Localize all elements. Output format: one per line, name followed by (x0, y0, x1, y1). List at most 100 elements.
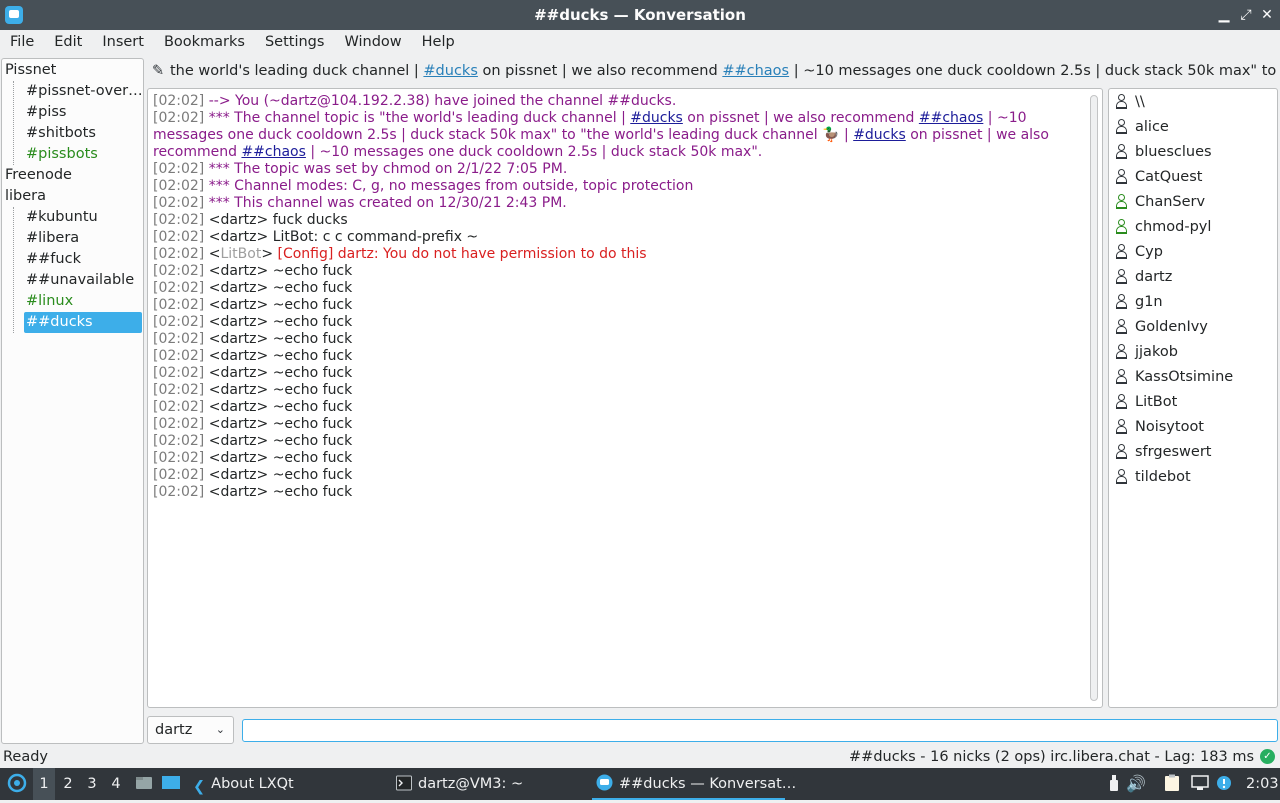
update-notifier-icon[interactable] (1214, 768, 1234, 800)
tree-channel-linux[interactable]: #linux (24, 291, 142, 312)
start-menu-icon[interactable] (4, 768, 30, 800)
task-konversation[interactable]: ##ducks — Konversat… (592, 768, 796, 803)
chat-line: [02:02] --> You (~dartz@104.192.2.38) ha… (153, 93, 1078, 110)
clipboard-icon[interactable] (1162, 768, 1182, 800)
show-desktop-icon[interactable] (161, 768, 183, 800)
task-about-lxqt[interactable]: ❮ About LXQt (193, 768, 294, 800)
tree-channel-piss[interactable]: #piss (24, 102, 142, 123)
nick-label: LitBot (1135, 394, 1178, 410)
timestamp: [02:02] (153, 212, 205, 228)
tree-channel-pissnet-overview[interactable]: #pissnet-over… (24, 81, 142, 102)
lag-ok-icon: ✓ (1260, 749, 1275, 764)
chat-link-chaos[interactable]: ##chaos (241, 144, 305, 160)
bot-nick[interactable]: LitBot (220, 246, 261, 262)
clock[interactable]: 2:03 (1246, 768, 1279, 800)
tree-server-freenode[interactable]: Freenode (5, 165, 72, 186)
desktop-4-button[interactable]: 4 (105, 768, 127, 800)
tree-channel-pissbots[interactable]: #pissbots (24, 144, 142, 165)
nick-item[interactable]: bluesclues (1115, 141, 1212, 163)
chat-line: [02:02] <dartz> ~echo fuck (153, 484, 1078, 501)
channel-status-text: ##ducks - 16 nicks (2 ops) irc.libera.ch… (849, 749, 1254, 765)
timestamp: [02:02] (153, 263, 205, 279)
nick-item[interactable]: sfrgeswert (1115, 441, 1211, 463)
timestamp: [02:02] (153, 399, 205, 415)
volume-icon[interactable]: 🔊 (1126, 768, 1146, 800)
usb-device-icon[interactable] (1104, 768, 1124, 800)
nick-item[interactable]: tildebot (1115, 466, 1191, 488)
user-icon (1115, 444, 1127, 459)
terminal-icon (396, 771, 412, 803)
chat-link-ducks[interactable]: #ducks (630, 110, 683, 126)
chat-line: [02:02] <dartz> ~echo fuck (153, 433, 1078, 450)
chat-message: <dartz> ~echo fuck (208, 263, 353, 279)
nick-item[interactable]: ChanServ (1115, 191, 1205, 213)
nick-item[interactable]: \\ (1115, 91, 1145, 113)
menu-help[interactable]: Help (412, 30, 465, 56)
tree-channel-ducks[interactable]: ##ducks (24, 312, 142, 333)
menu-window[interactable]: Window (334, 30, 411, 56)
tree-channel-libera[interactable]: #libera (24, 228, 142, 249)
menu-file[interactable]: File (0, 30, 44, 56)
chat-line: [02:02] <dartz> ~echo fuck (153, 263, 1078, 280)
message-input[interactable] (242, 719, 1278, 742)
nick-item[interactable]: dartz (1115, 266, 1172, 288)
chat-line: [02:02] *** The topic was set by chmod o… (153, 161, 1078, 178)
topic-link-ducks[interactable]: #ducks (423, 63, 477, 79)
chat-message: <dartz> ~echo fuck (208, 297, 353, 313)
chat-scrollbar[interactable] (1090, 95, 1098, 701)
taskbar: 1 2 3 4 ❮ About LXQt dartz@VM3: ~ ##ducks… (0, 768, 1280, 800)
menu-bookmarks[interactable]: Bookmarks (154, 30, 255, 56)
tree-channel-fuck[interactable]: ##fuck (24, 249, 142, 270)
chat-message: <dartz> ~echo fuck (208, 314, 353, 330)
error-message: [Config] dartz: You do not have permissi… (273, 246, 647, 262)
nick-label: KassOtsimine (1135, 369, 1234, 385)
nick-item[interactable]: Noisytoot (1115, 416, 1204, 438)
nick-item[interactable]: Cyp (1115, 241, 1163, 263)
nick-item[interactable]: GoldenIvy (1115, 316, 1208, 338)
chat-link-chaos[interactable]: ##chaos (919, 110, 983, 126)
user-icon (1115, 344, 1127, 359)
nick-item[interactable]: alice (1115, 116, 1169, 138)
maximize-icon[interactable]: ⤢ (1236, 5, 1256, 25)
nickname-combobox[interactable]: dartz ⌄ (147, 716, 234, 744)
tree-channel-kubuntu[interactable]: #kubuntu (24, 207, 142, 228)
nick-item[interactable]: LitBot (1115, 391, 1177, 413)
chat-line: [02:02] <dartz> ~echo fuck (153, 416, 1078, 433)
desktop-1-button[interactable]: 1 (33, 768, 55, 800)
chat-message: <dartz> ~echo fuck (208, 331, 353, 347)
edit-topic-pencil-icon[interactable]: ✎ (152, 58, 170, 84)
nick-item[interactable]: KassOtsimine (1115, 366, 1233, 388)
timestamp: [02:02] (153, 110, 205, 126)
chat-link-ducks[interactable]: #ducks (853, 127, 906, 143)
desktop-2-button[interactable]: 2 (57, 768, 79, 800)
nick-label: dartz (1135, 269, 1173, 285)
timestamp: [02:02] (153, 195, 205, 211)
topic-link-chaos[interactable]: ##chaos (722, 63, 789, 79)
chat-view[interactable]: [02:02] --> You (~dartz@104.192.2.38) ha… (147, 88, 1103, 708)
topic-bar[interactable]: ✎ the world's leading duck channel | #duc… (148, 58, 1278, 86)
nick-label: g1n (1135, 294, 1163, 310)
menu-insert[interactable]: Insert (92, 30, 154, 56)
close-icon[interactable]: ✕ (1257, 5, 1277, 25)
task-terminal[interactable]: dartz@VM3: ~ (396, 768, 523, 800)
timestamp: [02:02] (153, 178, 205, 194)
tree-channel-shitbots[interactable]: #shitbots (24, 123, 142, 144)
tree-server-pissnet[interactable]: Pissnet (5, 60, 56, 81)
network-icon[interactable] (1190, 768, 1210, 800)
nick-item[interactable]: jjakob (1115, 341, 1178, 363)
nick-label: CatQuest (1135, 169, 1203, 185)
desktop-3-button[interactable]: 3 (81, 768, 103, 800)
menu-edit[interactable]: Edit (44, 30, 92, 56)
chat-message: <dartz> ~echo fuck (208, 467, 353, 483)
konversation-icon (596, 771, 613, 803)
nick-item[interactable]: g1n (1115, 291, 1163, 313)
nick-item[interactable]: chmod-pyl (1115, 216, 1211, 238)
tree-channel-unavailable[interactable]: ##unavailable (24, 270, 142, 291)
menu-settings[interactable]: Settings (255, 30, 334, 56)
file-manager-icon[interactable] (135, 768, 155, 800)
nick-label: \\ (1135, 94, 1145, 110)
tree-server-libera[interactable]: libera (5, 186, 46, 207)
minimize-icon[interactable]: ▁ (1214, 5, 1234, 25)
chevron-down-icon[interactable]: ⌄ (216, 717, 225, 743)
nick-item[interactable]: CatQuest (1115, 166, 1202, 188)
